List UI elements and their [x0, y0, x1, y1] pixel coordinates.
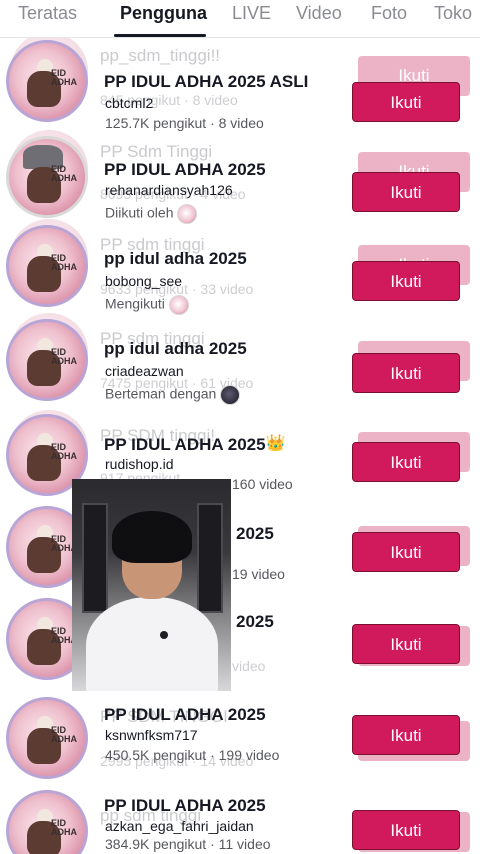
- tab-pengguna[interactable]: Pengguna: [120, 3, 207, 24]
- following-text: Mengikuti: [105, 295, 165, 312]
- ghost-sub: video: [232, 658, 266, 674]
- user-handle: rudishop.id: [105, 456, 174, 472]
- user-meta: 160 video: [232, 476, 293, 492]
- user-handle: ksnwnfksm717: [105, 727, 198, 743]
- user-name: pp idul adha 2025: [104, 249, 247, 268]
- ghost-name: PP Sdm Tinggi: [100, 142, 213, 161]
- video-overlay-thumbnail[interactable]: [72, 479, 231, 691]
- tab-video[interactable]: Video: [296, 3, 342, 24]
- user-avatar[interactable]: EID ADHA: [6, 225, 88, 307]
- follow-button[interactable]: Ikuti: [352, 532, 460, 572]
- user-row[interactable]: EID ADHA PP SDM TINGGI 2995 pengikut · 14…: [0, 697, 480, 787]
- user-row[interactable]: EID ADHA PP Sdm Tinggi 8695 pengikut · 4 …: [0, 130, 480, 224]
- tab-live[interactable]: LIVE: [232, 3, 271, 24]
- user-row[interactable]: EID ADHA PP sdm tinggi 7475 pengikut · 61…: [0, 313, 480, 405]
- crown-icon: 👑: [265, 435, 286, 452]
- user-avatar[interactable]: EID ADHA: [6, 790, 88, 854]
- user-name: PP IDUL ADHA 2025: [104, 160, 266, 179]
- user-avatar[interactable]: EID ADHA: [6, 319, 88, 401]
- user-meta: 384.9K pengikut · 11 video: [105, 836, 271, 852]
- user-row[interactable]: EID ADHA pp sdm tinggi PP IDUL ADHA 2025 …: [0, 790, 480, 854]
- background-door: [197, 503, 223, 613]
- user-meta: 125.7K pengikut · 8 video: [105, 115, 264, 131]
- followed-by-text: Diikuti oleh: [105, 204, 174, 221]
- user-name: 2025: [236, 524, 274, 543]
- user-meta: 450.5K pengikut · 199 video: [105, 747, 280, 763]
- user-name: PP IDUL ADHA 2025 ASLI: [104, 72, 309, 91]
- person-hair: [112, 511, 192, 563]
- ghost-name: pp_sdm_tinggi!!: [100, 46, 221, 65]
- active-tab-indicator: [114, 34, 206, 37]
- user-meta: Berteman dengan: [105, 385, 241, 405]
- follow-button[interactable]: Ikuti: [352, 442, 460, 482]
- user-handle: azkan_ega_fahri_jaidan: [105, 818, 254, 834]
- friends-with-text: Berteman dengan: [105, 385, 217, 402]
- user-meta: Diikuti oleh: [105, 204, 198, 224]
- user-handle: cbtcml2: [105, 95, 154, 111]
- user-row[interactable]: EID ADHA PP sdm tinggi 9633 pengikut · 33…: [0, 219, 480, 315]
- user-meta: 19 video: [232, 566, 285, 582]
- search-tab-bar: Teratas Pengguna LIVE Video Foto Toko: [0, 0, 480, 38]
- follow-button[interactable]: Ikuti: [352, 353, 460, 393]
- tab-foto[interactable]: Foto: [371, 3, 407, 24]
- user-handle: bobong_see: [105, 273, 183, 289]
- user-name: pp idul adha 2025: [104, 339, 247, 358]
- shirt-pin: [160, 631, 168, 639]
- user-row[interactable]: EID ADHA pp_sdm_tinggi!! 845 pengikut · 8…: [0, 32, 480, 131]
- user-name: PP IDUL ADHA 2025: [104, 705, 266, 724]
- follow-button[interactable]: Ikuti: [352, 715, 460, 755]
- follow-button[interactable]: Ikuti: [352, 172, 460, 212]
- user-name: PP IDUL ADHA 2025👑: [104, 433, 285, 455]
- user-meta: Mengikuti: [105, 295, 189, 315]
- follow-button[interactable]: Ikuti: [352, 261, 460, 301]
- user-name-text: PP IDUL ADHA 2025: [104, 435, 266, 454]
- user-handle: rehanardiansyah126: [105, 182, 233, 198]
- user-avatar[interactable]: EID ADHA: [6, 697, 88, 779]
- tab-toko[interactable]: Toko: [434, 3, 472, 24]
- mutual-avatar: [220, 385, 241, 405]
- user-avatar[interactable]: EID ADHA: [6, 136, 88, 218]
- follow-button[interactable]: Ikuti: [352, 624, 460, 664]
- user-name: 2025: [236, 612, 274, 631]
- user-name: PP IDUL ADHA 2025: [104, 796, 266, 815]
- mutual-avatar: [177, 204, 198, 224]
- user-handle: criadeazwan: [105, 363, 184, 379]
- mutual-avatar: [168, 295, 189, 315]
- person-shirt: [86, 597, 218, 691]
- user-avatar[interactable]: EID ADHA: [6, 40, 88, 122]
- follow-button[interactable]: Ikuti: [352, 810, 460, 850]
- background-door: [82, 503, 108, 613]
- tab-teratas[interactable]: Teratas: [18, 3, 77, 24]
- follow-button[interactable]: Ikuti: [352, 82, 460, 122]
